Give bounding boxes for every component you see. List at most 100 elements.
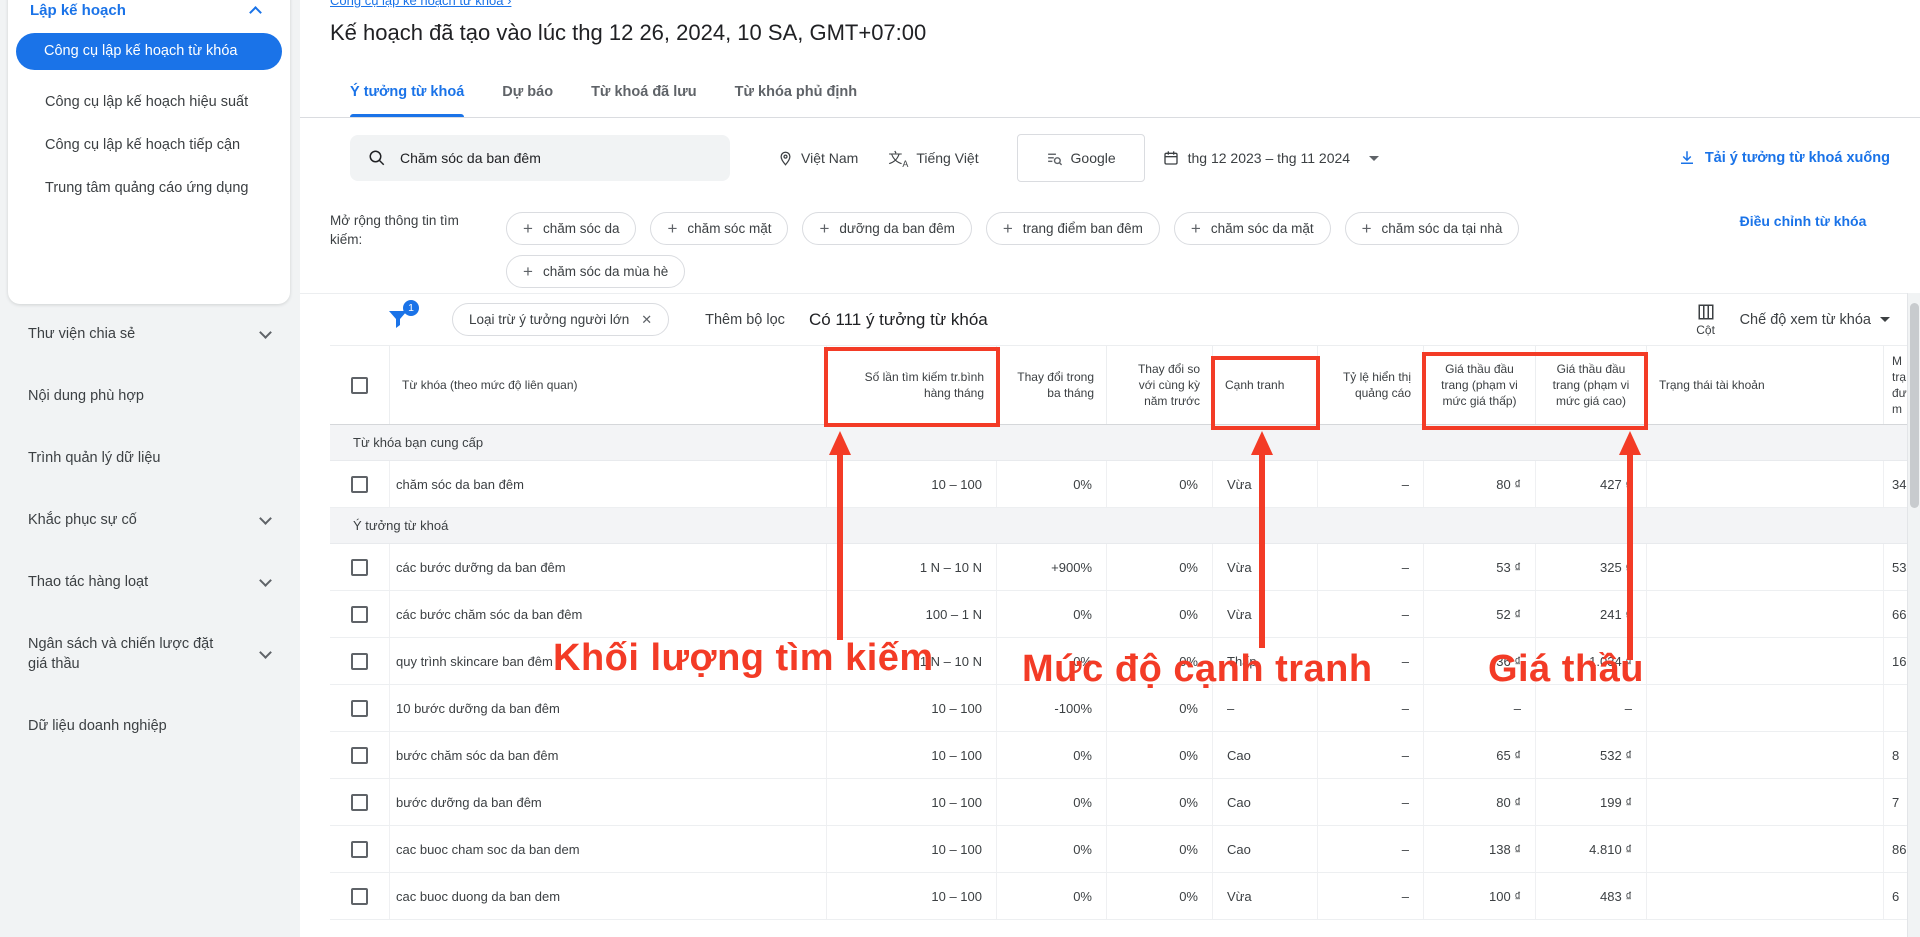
row-checkbox[interactable] xyxy=(351,700,368,717)
cell-keyword: quy trình skincare ban đêm xyxy=(390,638,827,684)
sidebar-item-shared-library[interactable]: Thư viện chia sẻ xyxy=(0,324,300,344)
col-header-keyword[interactable]: Từ khóa (theo mức độ liên quan) xyxy=(390,346,827,424)
breadcrumb[interactable]: Công cụ lập kế hoạch từ khóa › xyxy=(330,0,511,8)
sidebar-item-reach-planner[interactable]: Công cụ lập kế hoạch tiếp cận xyxy=(45,135,260,156)
sidebar-item-bulk-actions[interactable]: Thao tác hàng loạt xyxy=(0,572,300,592)
section-provided-keywords: Từ khóa bạn cung cấp xyxy=(330,425,1920,461)
cell-keyword: chăm sóc da ban đêm xyxy=(390,461,827,507)
keyword-chip[interactable]: + chăm sóc da mùa hè xyxy=(506,255,685,288)
row-checkbox[interactable] xyxy=(351,888,368,905)
cell-keyword: bước dưỡng da ban đêm xyxy=(390,779,827,825)
download-keyword-ideas-button[interactable]: Tải ý tưởng từ khoá xuống xyxy=(1678,149,1890,167)
keyword-chip[interactable]: + chăm sóc da tại nhà xyxy=(1345,212,1520,245)
row-checkbox[interactable] xyxy=(351,653,368,670)
sidebar-item-business-data[interactable]: Dữ liệu doanh nghiệp xyxy=(0,716,300,736)
location-selector[interactable]: Việt Nam xyxy=(778,150,858,167)
col-header-change-yoy[interactable]: Thay đổi so với cùng kỳ năm trước xyxy=(1107,346,1213,424)
cell-impression-share: – xyxy=(1318,544,1424,590)
col-header-change-3m[interactable]: Thay đổi trong ba tháng xyxy=(997,346,1107,424)
plus-icon: + xyxy=(819,220,829,237)
network-value: Google xyxy=(1071,150,1116,166)
select-all-checkbox[interactable] xyxy=(351,377,368,394)
tab-forecasts[interactable]: Dự báo xyxy=(502,84,553,117)
cell-change-yoy: 0% xyxy=(1107,732,1213,778)
active-filter-chip[interactable]: Loại trừ ý tưởng người lớn ✕ xyxy=(452,303,669,336)
tab-saved-keywords[interactable]: Từ khoá đã lưu xyxy=(591,84,697,117)
table-controls: Cột Chế độ xem từ khóa xyxy=(1696,303,1890,337)
cell-bid-low: 36 ₫ xyxy=(1424,638,1536,684)
row-checkbox[interactable] xyxy=(351,559,368,576)
col-header-competition[interactable]: Cạnh tranh xyxy=(1213,346,1318,424)
language-selector[interactable]: 文A Tiếng Việt xyxy=(888,148,978,169)
plus-icon: + xyxy=(523,263,533,280)
col-header-bid-high[interactable]: Giá thầu đầu trang (phạm vi mức giá cao) xyxy=(1536,346,1647,424)
row-checkbox-cell xyxy=(330,461,390,507)
search-input[interactable]: Chăm sóc da ban đêm xyxy=(350,135,730,181)
sidebar-nav-list: Thư viện chia sẻ Nội dung phù hợp Trình … xyxy=(0,324,300,778)
row-checkbox[interactable] xyxy=(351,794,368,811)
chip-label: chăm sóc mặt xyxy=(687,221,771,236)
row-checkbox[interactable] xyxy=(351,747,368,764)
chevron-down-icon xyxy=(259,574,272,587)
location-pin-icon xyxy=(778,150,793,167)
cell-competition: Vừa xyxy=(1213,873,1318,919)
cell-competition: Vừa xyxy=(1213,544,1318,590)
table-row: các bước dưỡng da ban đêm 1 N – 10 N +90… xyxy=(330,544,1920,591)
sidebar-item-keyword-planner[interactable]: Công cụ lập kế hoạch từ khóa xyxy=(16,33,282,70)
keyword-chip[interactable]: + chăm sóc da xyxy=(506,212,636,245)
cell-bid-high: 4.810 ₫ xyxy=(1536,826,1647,872)
col-header-bid-low[interactable]: Giá thầu đầu trang (phạm vi mức giá thấp… xyxy=(1424,346,1536,424)
view-mode-selector[interactable]: Chế độ xem từ khóa xyxy=(1740,312,1890,328)
section-keyword-ideas: Ý tưởng từ khoá xyxy=(330,508,1920,544)
filter-button[interactable]: 1 xyxy=(386,307,412,333)
sidebar-item-performance-planner[interactable]: Công cụ lập kế hoạch hiệu suất xyxy=(45,92,260,113)
date-range-selector[interactable]: thg 12 2023 – thg 11 2024 xyxy=(1163,150,1379,166)
keyword-chip[interactable]: + dưỡng da ban đêm xyxy=(802,212,971,245)
vertical-scrollbar[interactable] xyxy=(1907,293,1920,937)
filter-chip-label: Loại trừ ý tưởng người lớn xyxy=(469,312,629,327)
page-title: Kế hoạch đã tạo vào lúc thg 12 26, 2024,… xyxy=(330,20,926,46)
plus-icon: + xyxy=(523,220,533,237)
scrollbar-thumb[interactable] xyxy=(1910,303,1919,508)
keyword-chip[interactable]: + chăm sóc da mặt xyxy=(1174,212,1331,245)
row-checkbox[interactable] xyxy=(351,476,368,493)
close-icon[interactable]: ✕ xyxy=(641,312,652,328)
search-toolbar: Chăm sóc da ban đêm Việt Nam 文A Tiếng Vi… xyxy=(330,133,1890,183)
row-checkbox[interactable] xyxy=(351,606,368,623)
sidebar-item-troubleshooting[interactable]: Khắc phục sự cố xyxy=(0,510,300,530)
sidebar-section-planning[interactable]: Lập kế hoạch xyxy=(8,2,290,19)
cell-impression-share: – xyxy=(1318,685,1424,731)
cell-keyword: bước chăm sóc da ban đêm xyxy=(390,732,827,778)
keyword-chip[interactable]: + chăm sóc mặt xyxy=(650,212,788,245)
tab-keyword-ideas[interactable]: Ý tưởng từ khoá xyxy=(350,84,464,117)
cell-competition: Cao xyxy=(1213,732,1318,778)
plus-icon: + xyxy=(667,220,677,237)
keyword-chip[interactable]: + trang điểm ban đêm xyxy=(986,212,1160,245)
row-checkbox[interactable] xyxy=(351,841,368,858)
cell-competition: Vừa xyxy=(1213,461,1318,507)
col-header-volume[interactable]: Số lần tìm kiếm tr.bình hàng tháng xyxy=(827,346,997,424)
cell-competition: Cao xyxy=(1213,779,1318,825)
cell-bid-low: 80 ₫ xyxy=(1424,779,1536,825)
columns-button[interactable]: Cột xyxy=(1696,303,1716,337)
cell-keyword: các bước dưỡng da ban đêm xyxy=(390,544,827,590)
col-header-impression-share[interactable]: Tỷ lệ hiển thị quảng cáo xyxy=(1318,346,1424,424)
sidebar-item-relevant-content[interactable]: Nội dung phù hợp xyxy=(0,386,300,406)
add-filter-button[interactable]: Thêm bộ lọc xyxy=(705,312,785,328)
cell-change-3m: +900% xyxy=(997,544,1107,590)
cell-account-status xyxy=(1647,779,1884,825)
tab-negative-keywords[interactable]: Từ khóa phủ định xyxy=(735,84,857,117)
network-selector[interactable]: Google xyxy=(1017,134,1145,182)
refine-keywords-link[interactable]: Điều chỉnh từ khóa xyxy=(1736,211,1870,232)
cell-impression-share: – xyxy=(1318,732,1424,778)
cell-change-3m: 0% xyxy=(997,591,1107,637)
cell-account-status xyxy=(1647,461,1884,507)
columns-icon xyxy=(1696,303,1716,321)
cell-bid-high: 483 ₫ xyxy=(1536,873,1647,919)
sidebar-item-app-ads-hub[interactable]: Trung tâm quảng cáo ứng dụng xyxy=(45,178,260,199)
sidebar-item-budgets-bidding[interactable]: Ngân sách và chiến lược đặt giá thầu xyxy=(0,634,300,674)
expansion-chips: + chăm sóc da + chăm sóc mặt + dưỡng da … xyxy=(506,205,1620,288)
keyword-ideas-table: Từ khóa (theo mức độ liên quan) Số lần t… xyxy=(330,345,1920,920)
col-header-account-status[interactable]: Trạng thái tài khoản xyxy=(1647,346,1884,424)
sidebar-item-data-manager[interactable]: Trình quản lý dữ liệu xyxy=(0,448,300,468)
